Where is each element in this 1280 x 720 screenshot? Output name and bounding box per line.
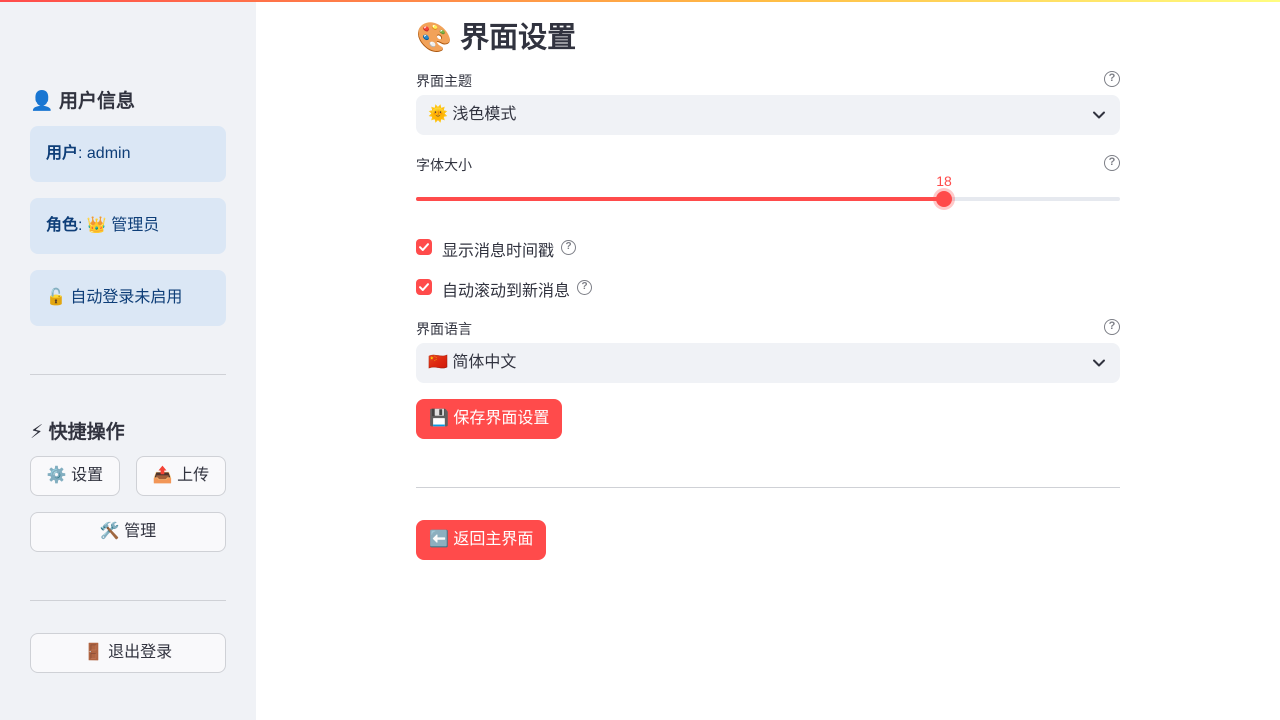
back-to-main-button[interactable]: ⬅️ 返回主界面 — [416, 520, 547, 560]
quick-actions-heading: ⚡ 快捷操作 — [30, 421, 125, 443]
check-icon — [419, 283, 429, 291]
user-icon: 👤 — [30, 90, 54, 112]
font-size-slider[interactable] — [416, 191, 1120, 207]
main-divider — [416, 487, 1120, 488]
question-circle-icon[interactable]: ? — [577, 280, 592, 295]
settings-button[interactable]: ⚙️ 设置 — [30, 456, 120, 496]
show-timestamp-checkbox[interactable] — [416, 239, 432, 255]
user-info-box: 用户: admin — [30, 126, 226, 182]
autologin-status-box: 🔓 自动登录未启用 — [30, 270, 226, 326]
lightning-icon: ⚡ — [30, 421, 44, 443]
question-circle-icon[interactable]: ? — [561, 240, 576, 255]
font-size-label: 字体大小 — [416, 157, 472, 173]
slider-thumb[interactable] — [936, 191, 952, 207]
manage-button[interactable]: 🛠️ 管理 — [30, 512, 226, 552]
question-circle-icon[interactable]: ? — [1104, 319, 1120, 335]
font-size-value: 18 — [936, 173, 952, 189]
role-info-box: 角色: 👑 管理员 — [30, 198, 226, 254]
page-title: 🎨 界面设置 — [416, 22, 577, 54]
save-settings-button[interactable]: 💾 保存界面设置 — [416, 399, 563, 439]
chevron-down-icon — [1093, 359, 1105, 367]
question-circle-icon[interactable]: ? — [1104, 155, 1120, 171]
theme-select[interactable]: 🌞 浅色模式 — [416, 95, 1120, 135]
theme-label: 界面主题 — [416, 73, 472, 89]
language-label: 界面语言 — [416, 321, 472, 337]
upload-button[interactable]: 📤 上传 — [136, 456, 226, 496]
check-icon — [419, 243, 429, 251]
chevron-down-icon — [1093, 111, 1105, 119]
user-info-heading: 👤 用户信息 — [30, 90, 135, 112]
auto-scroll-checkbox[interactable] — [416, 279, 432, 295]
sidebar: 👤 用户信息 用户: admin 角色: 👑 管理员 🔓 自动登录未启用 ⚡ 快… — [0, 2, 256, 720]
sidebar-divider — [30, 600, 226, 601]
logout-button[interactable]: 🚪 退出登录 — [30, 633, 226, 673]
slider-fill — [416, 197, 944, 201]
sidebar-divider — [30, 374, 226, 375]
auto-scroll-label[interactable]: 自动滚动到新消息 — [442, 277, 570, 301]
question-circle-icon[interactable]: ? — [1104, 71, 1120, 87]
show-timestamp-label[interactable]: 显示消息时间戳 — [442, 237, 554, 261]
language-select[interactable]: 🇨🇳 简体中文 — [416, 343, 1120, 383]
